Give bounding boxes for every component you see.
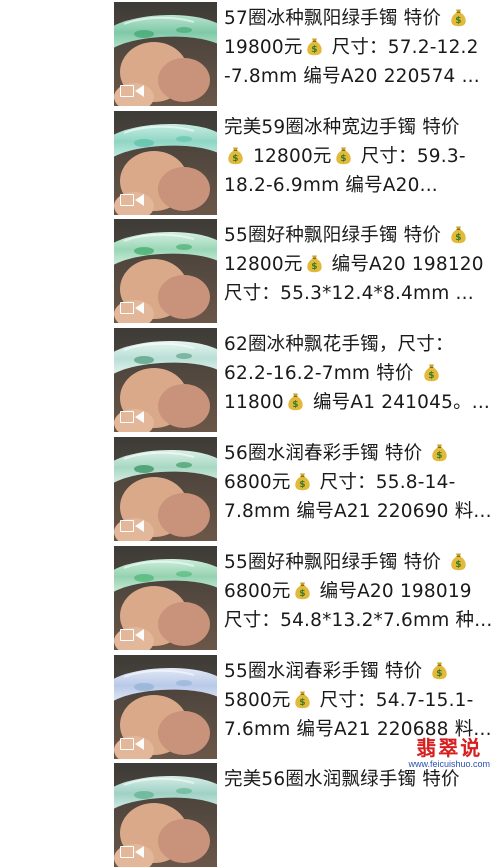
money-bag-icon: $	[335, 147, 351, 165]
video-icon	[120, 519, 146, 535]
money-bag-icon: $	[294, 691, 310, 709]
money-bag-icon: $	[432, 444, 448, 462]
video-icon	[120, 84, 146, 100]
bracelet-thumbnail[interactable]	[114, 219, 217, 323]
video-icon	[120, 737, 146, 753]
listing-item[interactable]: 62圈冰种飘花手镯，尺寸： 62.2-16.2-7mm 特价 $11800 $ 编号…	[0, 328, 500, 432]
svg-text:$: $	[428, 371, 434, 381]
listing-item[interactable]: 57圈冰种飘阳绿手镯 特价 $19800元 $ 尺寸：57.2-12.2 -7.8m…	[0, 2, 500, 106]
bracelet-thumbnail[interactable]	[114, 437, 217, 541]
listing-caption[interactable]: 55圈好种飘阳绿手镯 特价 $12800元 $ 编号A20 198120 尺寸：55…	[224, 221, 496, 308]
listing-caption[interactable]: 完美56圈水润飘绿手镯 特价完美56圈水润飘绿手镯 特价	[224, 765, 496, 794]
video-icon	[120, 410, 146, 426]
bracelet-thumbnail[interactable]	[114, 763, 217, 867]
video-icon	[120, 193, 146, 209]
listing-caption[interactable]: 完美59圈冰种宽边手镯 特价 $ 12800元 $ 尺寸：59.3- 18.2-6.9…	[224, 113, 496, 200]
svg-text:$: $	[299, 589, 305, 599]
watermark-url: www.feicuishuo.com	[408, 759, 490, 769]
money-bag-icon: $	[294, 473, 310, 491]
svg-text:$: $	[311, 262, 317, 272]
svg-text:$: $	[299, 698, 305, 708]
listing-caption[interactable]: 55圈好种飘阳绿手镯 特价 $6800元 $ 编号A20 198019 尺寸：54.…	[224, 548, 496, 635]
money-bag-icon: $	[228, 147, 243, 165]
listing-item[interactable]: 56圈水润春彩手镯 特价 $6800元 $ 尺寸：55.8-14- 7.8mm 编号…	[0, 437, 500, 541]
bracelet-thumbnail[interactable]	[114, 328, 217, 432]
money-bag-icon: $	[451, 9, 466, 27]
svg-text:$: $	[437, 669, 443, 679]
svg-text:$: $	[292, 400, 298, 410]
listing-item[interactable]: 55圈好种飘阳绿手镯 特价 $6800元 $ 编号A20 198019 尺寸：54.…	[0, 546, 500, 650]
listing-caption[interactable]: 55圈水润春彩手镯 特价 $5800元 $ 尺寸：54.7-15.1- 7.6mm …	[224, 657, 496, 744]
listing-feed: 57圈冰种飘阳绿手镯 特价 $19800元 $ 尺寸：57.2-12.2 -7.8m…	[0, 0, 500, 867]
svg-text:$: $	[299, 480, 305, 490]
money-bag-icon: $	[288, 393, 303, 411]
video-icon	[120, 845, 146, 861]
svg-text:$: $	[340, 154, 346, 164]
bracelet-thumbnail[interactable]	[114, 111, 217, 215]
money-bag-icon: $	[451, 226, 466, 244]
money-bag-icon: $	[306, 38, 322, 56]
money-bag-icon: $	[306, 255, 322, 273]
bracelet-thumbnail[interactable]	[114, 546, 217, 650]
bracelet-thumbnail[interactable]	[114, 655, 217, 759]
watermark: 翡翠说 www.feicuishuo.com	[408, 737, 490, 769]
listing-item[interactable]: 完美59圈冰种宽边手镯 特价 $ 12800元 $ 尺寸：59.3- 18.2-6.9…	[0, 111, 500, 215]
svg-text:$: $	[232, 154, 238, 164]
bracelet-thumbnail[interactable]	[114, 2, 217, 106]
watermark-title: 翡翠说	[416, 736, 483, 760]
svg-text:$: $	[455, 560, 461, 570]
listing-item[interactable]: 完美56圈水润飘绿手镯 特价完美56圈水润飘绿手镯 特价	[0, 763, 500, 867]
money-bag-icon: $	[432, 662, 448, 680]
money-bag-icon: $	[424, 364, 439, 382]
svg-text:$: $	[437, 451, 443, 461]
listing-caption[interactable]: 57圈冰种飘阳绿手镯 特价 $19800元 $ 尺寸：57.2-12.2 -7.8m…	[224, 4, 496, 91]
svg-text:$: $	[311, 45, 317, 55]
svg-text:$: $	[455, 16, 461, 26]
listing-caption[interactable]: 56圈水润春彩手镯 特价 $6800元 $ 尺寸：55.8-14- 7.8mm 编号…	[224, 439, 496, 526]
video-icon	[120, 301, 146, 317]
money-bag-icon: $	[294, 582, 310, 600]
video-icon	[120, 628, 146, 644]
svg-text:$: $	[455, 233, 461, 243]
money-bag-icon: $	[451, 553, 466, 571]
listing-caption[interactable]: 62圈冰种飘花手镯，尺寸： 62.2-16.2-7mm 特价 $11800 $ 编号…	[224, 330, 496, 417]
listing-item[interactable]: 55圈好种飘阳绿手镯 特价 $12800元 $ 编号A20 198120 尺寸：55…	[0, 219, 500, 323]
